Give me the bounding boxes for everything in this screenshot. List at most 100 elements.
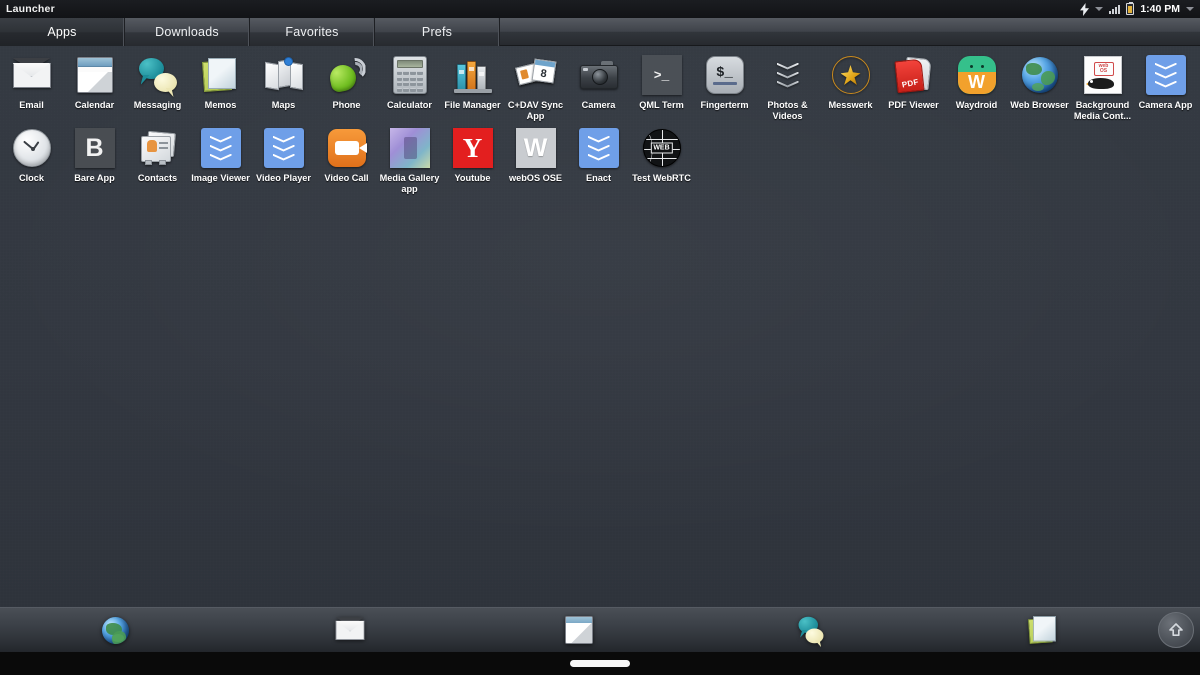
app-image-viewer[interactable]: Image Viewer — [189, 121, 252, 194]
app-label: Memos — [204, 100, 237, 110]
app-youtube[interactable]: Y Youtube — [441, 121, 504, 194]
tab-bar: Apps Downloads Favorites Prefs — [0, 18, 1200, 46]
launcher-screen: Launcher 1:40 PM Apps Downloads Favorite… — [0, 0, 1200, 675]
app-label: Background Media Cont... — [1073, 100, 1132, 121]
app-label: Maps — [271, 100, 296, 110]
messaging-icon — [137, 54, 179, 96]
dock-item-email[interactable] — [232, 614, 464, 646]
fingerterm-icon: $_ — [704, 54, 746, 96]
app-video-call[interactable]: Video Call — [315, 121, 378, 194]
messwerk-icon — [830, 54, 872, 96]
app-label: Test WebRTC — [632, 173, 691, 183]
app-contacts[interactable]: Contacts — [126, 121, 189, 194]
bare-app-icon: B — [74, 127, 116, 169]
youtube-icon: Y — [452, 127, 494, 169]
app-enact[interactable]: Enact — [567, 121, 630, 194]
dock-item-messaging[interactable] — [695, 614, 927, 646]
app-grid: Email Calendar Messaging Memos Maps Phon… — [0, 46, 1200, 194]
email-icon — [11, 54, 53, 96]
app-media-gallery[interactable]: Media Gallery app — [378, 121, 441, 194]
app-label: Enact — [585, 173, 612, 183]
app-qml-term[interactable]: >_ QML Term — [630, 48, 693, 121]
app-label: Media Gallery app — [379, 173, 440, 194]
app-video-player[interactable]: Video Player — [252, 121, 315, 194]
chevron-down-icon-2[interactable] — [1186, 7, 1194, 11]
app-pdf-viewer[interactable]: PDF PDF Viewer — [882, 48, 945, 121]
app-maps[interactable]: Maps — [252, 48, 315, 121]
signal-bars-icon[interactable] — [1109, 4, 1121, 14]
tab-apps[interactable]: Apps — [0, 18, 125, 46]
app-cdav-sync[interactable]: 8 C+DAV Sync App — [504, 48, 567, 121]
app-label: Email — [19, 100, 44, 110]
camera-app-icon — [1145, 54, 1187, 96]
app-label: Web Browser — [1010, 100, 1069, 110]
status-bar: Launcher 1:40 PM — [0, 0, 1200, 18]
app-label: Contacts — [137, 173, 178, 183]
app-messwerk[interactable]: Messwerk — [819, 48, 882, 121]
tab-prefs[interactable]: Prefs — [375, 18, 500, 46]
app-label: C+DAV Sync App — [507, 100, 564, 121]
app-memos[interactable]: Memos — [189, 48, 252, 121]
app-label: Camera App — [1138, 100, 1193, 110]
app-test-webrtc[interactable]: WEB Test WebRTC — [630, 121, 693, 194]
app-phone[interactable]: Phone — [315, 48, 378, 121]
app-label: Bare App — [74, 173, 115, 183]
app-grid-row-2: Clock B Bare App Contacts Image Viewer V… — [0, 121, 1200, 194]
notes-icon — [1026, 614, 1058, 646]
webos-ose-icon: W — [515, 127, 557, 169]
app-label: webOS OSE — [508, 173, 563, 183]
tab-downloads[interactable]: Downloads — [125, 18, 250, 46]
dock-item-web-browser[interactable] — [0, 614, 232, 646]
photos-videos-icon — [767, 54, 809, 96]
app-label: QML Term — [639, 100, 684, 110]
clock-time[interactable]: 1:40 PM — [1140, 3, 1180, 15]
app-photos-videos[interactable]: Photos & Videos — [756, 48, 819, 121]
app-background-media-control[interactable]: web OS Background Media Cont... — [1071, 48, 1134, 121]
app-label: Image Viewer — [191, 173, 250, 183]
globe-icon — [100, 614, 132, 646]
dock-item-calendar[interactable] — [463, 614, 695, 646]
up-arrow-icon[interactable] — [1157, 612, 1194, 648]
app-label: Camera — [581, 100, 616, 110]
app-fingerterm[interactable]: $_ Fingerterm — [693, 48, 756, 121]
calculator-icon — [389, 54, 431, 96]
app-file-manager[interactable]: File Manager — [441, 48, 504, 121]
lightning-bolt-icon[interactable] — [1080, 2, 1090, 16]
app-label: Clock — [18, 173, 45, 183]
app-calendar[interactable]: Calendar — [63, 48, 126, 121]
contacts-icon — [137, 127, 179, 169]
cdav-sync-icon: 8 — [514, 54, 557, 96]
app-label: PDF Viewer — [888, 100, 939, 110]
dock-item-memos[interactable] — [926, 614, 1158, 646]
memos-icon — [200, 54, 242, 96]
tab-bar-filler — [500, 18, 1200, 45]
app-calculator[interactable]: Calculator — [378, 48, 441, 121]
test-webrtc-icon: WEB — [641, 127, 683, 169]
app-clock[interactable]: Clock — [0, 121, 63, 194]
app-label: Messaging — [133, 100, 182, 110]
chevron-down-icon[interactable] — [1095, 7, 1104, 11]
dock-item-launcher[interactable] — [1157, 612, 1200, 648]
app-web-browser[interactable]: Web Browser — [1008, 48, 1071, 121]
home-gesture-bar[interactable] — [570, 660, 630, 667]
video-player-icon — [263, 127, 305, 169]
video-call-icon — [326, 127, 368, 169]
clock-icon — [11, 127, 53, 169]
app-email[interactable]: Email — [0, 48, 63, 121]
app-camera[interactable]: Camera — [567, 48, 630, 121]
app-webos-ose[interactable]: W webOS OSE — [504, 121, 567, 194]
app-label: Youtube — [454, 173, 491, 183]
app-bare-app[interactable]: B Bare App — [63, 121, 126, 194]
tab-favorites[interactable]: Favorites — [250, 18, 375, 46]
app-messaging[interactable]: Messaging — [126, 48, 189, 121]
app-waydroid[interactable]: W Waydroid — [945, 48, 1008, 121]
qml-term-icon: >_ — [641, 54, 683, 96]
battery-icon[interactable] — [1126, 2, 1135, 15]
app-camera-app[interactable]: Camera App — [1134, 48, 1197, 121]
image-viewer-icon — [200, 127, 242, 169]
app-label: Messwerk — [828, 100, 873, 110]
dock-bar — [0, 607, 1200, 652]
app-label: Calculator — [387, 100, 432, 110]
app-label: Phone — [332, 100, 361, 110]
launcher-wallpaper: Email Calendar Messaging Memos Maps Phon… — [0, 46, 1200, 607]
